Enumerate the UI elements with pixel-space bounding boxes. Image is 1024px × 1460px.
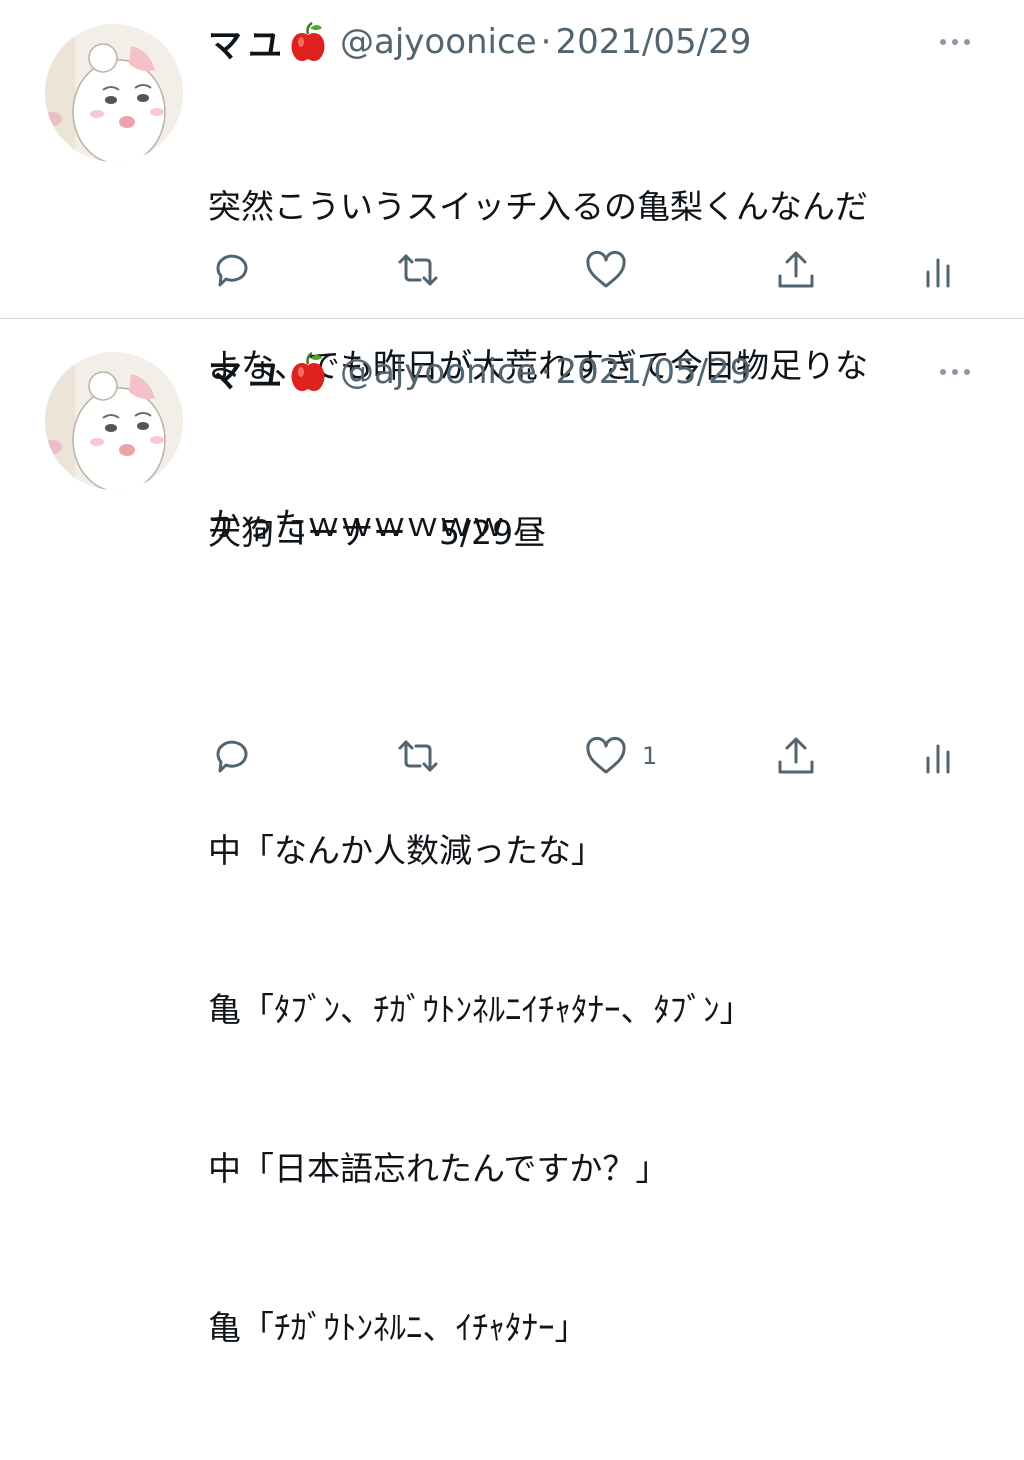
reply-button[interactable]: [210, 732, 254, 780]
tweet-text-line: 中「なんか人数減ったな」: [208, 831, 604, 870]
more-options-icon[interactable]: [930, 362, 980, 382]
red-apple-icon: [290, 22, 326, 62]
analytics-button[interactable]: [918, 732, 962, 780]
avatar[interactable]: [45, 24, 183, 162]
like-button[interactable]: 1: [584, 732, 657, 780]
tweet-text-line: 中「日本語忘れたんですか？」: [208, 1149, 669, 1188]
retweet-button[interactable]: [396, 246, 440, 294]
heart-icon: [584, 734, 628, 778]
retweet-icon: [396, 248, 440, 292]
like-button[interactable]: [584, 246, 642, 294]
separator-dot: ·: [540, 22, 552, 62]
tweet-header: マユ @ajyoonice · 2021/05/29: [208, 17, 751, 67]
reply-button[interactable]: [210, 246, 254, 294]
author-name[interactable]: マユ: [208, 348, 288, 397]
tweet[interactable]: マユ @ajyoonice · 2021/05/29 天狗コーナー 5/29昼 …: [0, 319, 1024, 1347]
tweet-text-line: 亀「ﾁｶﾞｳﾄﾝﾈﾙﾆ、ｲﾁｬﾀﾅｰ」: [208, 1308, 588, 1347]
reply-icon: [210, 734, 254, 778]
author-name[interactable]: マユ: [208, 18, 288, 67]
tweet[interactable]: マユ @ajyoonice · 2021/05/29 突然こういうスイッチ入るの…: [0, 0, 1024, 544]
tweet-header: マユ @ajyoonice · 2021/05/29: [208, 347, 751, 397]
red-apple-icon: [290, 352, 326, 392]
analytics-icon: [918, 734, 962, 778]
tweet-actions: 1: [0, 732, 1024, 780]
avatar[interactable]: [45, 352, 183, 490]
author-handle[interactable]: @ajyoonice: [340, 22, 537, 62]
tweet-text-line: 亀「ﾀﾌﾞﾝ、ﾁｶﾞｳﾄﾝﾈﾙﾆｲﾁｬﾀﾅｰ、ﾀﾌﾞﾝ」: [208, 990, 753, 1029]
tweet-date[interactable]: 2021/05/29: [555, 352, 751, 392]
analytics-button[interactable]: [918, 246, 962, 294]
heart-icon: [584, 248, 628, 292]
reply-icon: [210, 248, 254, 292]
more-options-icon[interactable]: [930, 32, 980, 52]
separator-dot: ·: [540, 352, 552, 392]
share-button[interactable]: [774, 246, 818, 294]
analytics-icon: [918, 248, 962, 292]
author-handle[interactable]: @ajyoonice: [340, 352, 537, 392]
tweet-text-line: 突然こういうスイッチ入るの亀梨くんなんだ: [208, 187, 868, 226]
share-icon: [774, 248, 818, 292]
tweet-date[interactable]: 2021/05/29: [555, 22, 751, 62]
like-count: 1: [642, 742, 658, 770]
retweet-button[interactable]: [396, 732, 440, 780]
retweet-icon: [396, 734, 440, 778]
share-button[interactable]: [774, 732, 818, 780]
tweet-text: 天狗コーナー 5/29昼 中「なんか人数減ったな」 亀「ﾀﾌﾞﾝ、ﾁｶﾞｳﾄﾝﾈ…: [208, 400, 998, 1460]
tweet-actions: [0, 246, 1024, 294]
tweet-text-line: 天狗コーナー 5/29昼: [208, 513, 547, 552]
tweet-text-line: [208, 665, 998, 718]
share-icon: [774, 734, 818, 778]
